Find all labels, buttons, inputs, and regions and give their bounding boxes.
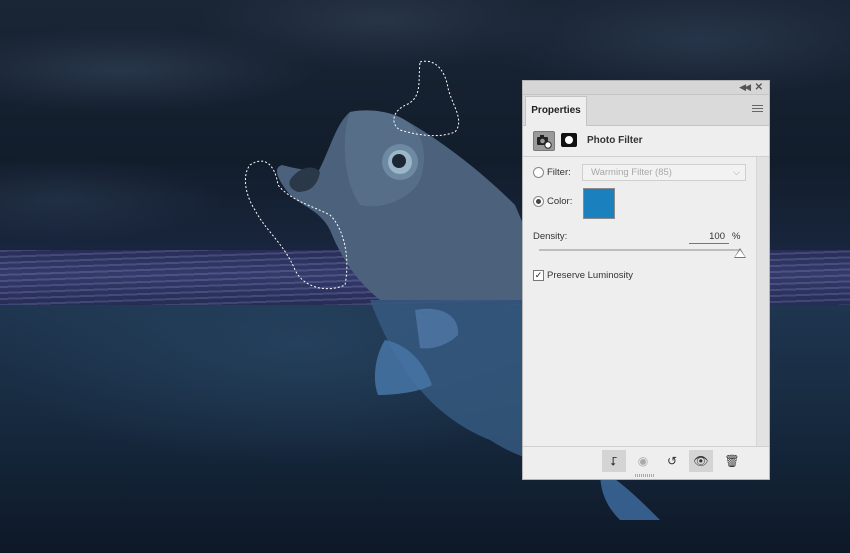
adjustment-header: Photo Filter xyxy=(523,126,769,157)
chevron-down-icon: ⌵ xyxy=(733,167,740,177)
filter-radio[interactable] xyxy=(533,167,544,178)
tab-properties[interactable]: Properties xyxy=(525,96,587,126)
clip-to-layer-icon[interactable]: ⮦ xyxy=(602,450,626,472)
preserve-luminosity-label: Preserve Luminosity xyxy=(547,270,634,282)
properties-panel: ◀◀ ✕ Properties Photo Filter Filter: War… xyxy=(522,80,770,480)
collapse-panel-icon[interactable]: ◀◀ xyxy=(739,81,751,94)
photo-filter-adjustment-icon[interactable] xyxy=(533,131,555,151)
density-label: Density: xyxy=(533,231,568,242)
color-label: Color: xyxy=(547,196,573,208)
density-unit: % xyxy=(732,231,741,242)
filter-dropdown-value: Warming Filter (85) xyxy=(591,167,672,178)
panel-footer: ⮦ ◉ ↺ 👁 🗑 xyxy=(523,446,769,479)
trash-icon[interactable]: 🗑 xyxy=(720,450,744,472)
adjustment-title: Photo Filter xyxy=(587,135,643,146)
reset-icon[interactable]: ↺ xyxy=(660,450,684,472)
panel-scrollbar[interactable] xyxy=(756,157,769,447)
filter-dropdown[interactable]: Warming Filter (85) ⌵ xyxy=(582,164,746,181)
close-panel-icon[interactable]: ✕ xyxy=(755,81,763,94)
properties-content: Filter: Warming Filter (85) ⌵ Color: Den… xyxy=(523,157,769,447)
panel-titlebar[interactable]: ◀◀ ✕ xyxy=(523,81,769,95)
filter-label: Filter: xyxy=(547,167,571,179)
color-radio[interactable] xyxy=(533,196,544,207)
color-option[interactable]: Color: xyxy=(533,196,572,207)
density-input[interactable]: 100 xyxy=(689,231,729,244)
resize-grip[interactable] xyxy=(635,474,655,477)
color-swatch[interactable] xyxy=(583,188,615,219)
preserve-luminosity-checkbox[interactable]: ✓ xyxy=(533,270,544,281)
visibility-eye-icon[interactable]: 👁 xyxy=(689,450,713,472)
panel-menu-icon[interactable] xyxy=(752,105,763,113)
layer-mask-icon[interactable] xyxy=(561,133,577,147)
filter-option[interactable]: Filter: xyxy=(533,167,571,178)
density-slider-thumb[interactable] xyxy=(734,248,746,258)
preserve-luminosity-option[interactable]: ✓ Preserve Luminosity xyxy=(533,270,633,281)
density-slider-track[interactable] xyxy=(539,249,741,251)
panel-tabbar: Properties xyxy=(523,95,769,126)
view-previous-icon[interactable]: ◉ xyxy=(631,450,655,472)
